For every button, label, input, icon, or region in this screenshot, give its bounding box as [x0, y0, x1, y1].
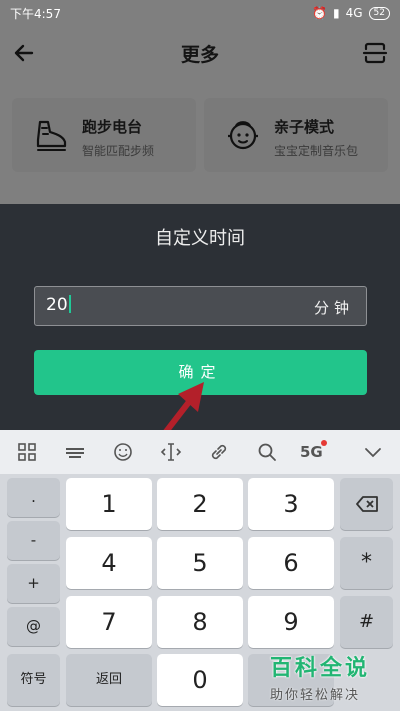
key-back[interactable]: 返回 — [66, 654, 152, 706]
key-asterisk[interactable]: * — [340, 537, 393, 589]
network-type: 4G — [345, 6, 363, 20]
feature-title: 亲子模式 — [274, 118, 335, 136]
cursor-move-icon[interactable] — [160, 441, 182, 463]
status-time: 下午4:57 — [10, 6, 61, 21]
alarm-icon: ⏰ — [312, 6, 327, 20]
key-symbols[interactable]: 符号 — [7, 654, 60, 706]
time-input-value: 20 — [46, 295, 68, 315]
battery-icon: 52 — [368, 6, 390, 20]
backspace-icon — [356, 496, 378, 512]
key-1[interactable]: 1 — [66, 478, 152, 530]
signal-icon: ▮ — [333, 6, 340, 20]
dialog-title: 自定义时间 — [155, 228, 245, 249]
5g-badge-label[interactable]: 5G — [300, 443, 323, 461]
link-icon[interactable] — [208, 441, 230, 463]
keyboard-icon[interactable] — [64, 441, 86, 463]
feature-area: 跑步电台 智能匹配步频 亲子模式 宝宝定制音乐包 — [0, 82, 400, 204]
key-0[interactable]: 0 — [157, 654, 243, 706]
search-icon[interactable] — [256, 441, 278, 463]
key-minus[interactable]: - — [7, 521, 60, 560]
time-unit-label: 分钟 — [313, 299, 354, 317]
key-7[interactable]: 7 — [66, 596, 152, 648]
child-face-icon — [228, 121, 258, 150]
running-shoe-icon — [36, 120, 67, 151]
feature-subtitle: 智能匹配步频 — [82, 144, 155, 158]
watermark-subtitle: 助你轻松解决 — [270, 688, 361, 703]
feature-subtitle: 宝宝定制音乐包 — [274, 144, 359, 158]
grid-menu-icon[interactable] — [16, 441, 38, 463]
key-5[interactable]: 5 — [157, 537, 243, 589]
nav-bar: 更多 — [0, 26, 400, 82]
key-8[interactable]: 8 — [157, 596, 243, 648]
feature-title: 跑步电台 — [82, 118, 143, 136]
watermark-title: 百科全说 — [270, 656, 371, 681]
page-title: 更多 — [180, 44, 219, 66]
key-hash[interactable]: # — [340, 596, 393, 648]
time-input[interactable]: 20 分钟 — [34, 286, 367, 326]
backspace-key[interactable] — [340, 478, 393, 530]
key-at[interactable]: @ — [7, 607, 60, 646]
key-6[interactable]: 6 — [248, 537, 334, 589]
key-2[interactable]: 2 — [157, 478, 243, 530]
watermark: 百科全说 助你轻松解决 — [270, 650, 388, 708]
key-3[interactable]: 3 — [248, 478, 334, 530]
text-caret — [68, 295, 71, 313]
key-dot[interactable]: . — [7, 478, 60, 517]
collapse-keyboard-icon[interactable] — [362, 441, 384, 463]
emoji-icon[interactable] — [112, 441, 134, 463]
feature-card-parent-child-mode[interactable]: 亲子模式 宝宝定制音乐包 — [204, 98, 388, 172]
key-9[interactable]: 9 — [248, 596, 334, 648]
scan-icon[interactable] — [360, 38, 390, 68]
key-4[interactable]: 4 — [66, 537, 152, 589]
feature-card-running-radio[interactable]: 跑步电台 智能匹配步频 — [12, 98, 196, 172]
key-plus[interactable]: + — [7, 564, 60, 603]
keyboard-toolbar: 5G — [0, 430, 400, 474]
status-bar: 下午4:57 ⏰ ▮ 4G 52 — [0, 0, 400, 26]
notification-dot — [321, 440, 327, 446]
